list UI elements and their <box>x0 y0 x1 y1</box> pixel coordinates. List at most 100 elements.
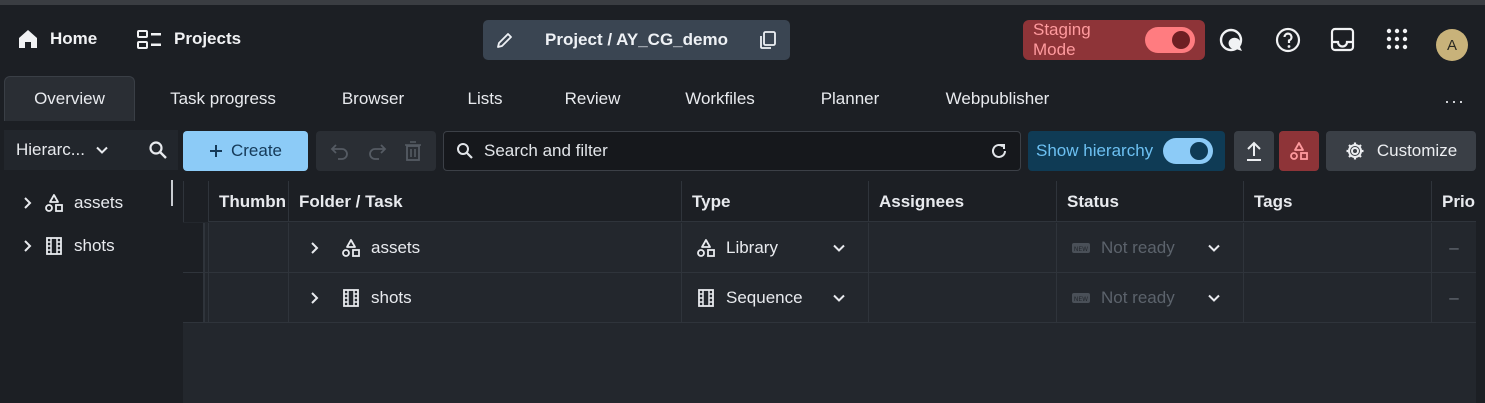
status-cell[interactable]: NEW Not ready <box>1056 223 1243 273</box>
column-header-assignees[interactable]: Assignees <box>868 181 1056 222</box>
copy-icon[interactable] <box>758 30 778 50</box>
tree-item-shots[interactable]: shots <box>22 233 115 259</box>
tab-review[interactable]: Review <box>545 76 640 121</box>
table-header: Thumbn Folder / Task Type Assignees Stat… <box>183 181 1476 222</box>
tab-overview[interactable]: Overview <box>4 76 135 121</box>
create-button[interactable]: Create <box>183 131 308 171</box>
tags-cell[interactable] <box>1243 223 1431 273</box>
projects-nav-button[interactable]: Projects <box>136 24 241 54</box>
status-value: Not ready <box>1101 238 1175 257</box>
project-name: Project / AY_CG_demo <box>545 30 728 49</box>
search-filter-input[interactable]: Search and filter <box>443 131 1021 171</box>
shapes-icon <box>44 193 64 213</box>
create-label: Create <box>230 141 283 160</box>
row-handle[interactable] <box>183 273 205 322</box>
chevron-right-icon[interactable] <box>22 239 34 253</box>
folder-cell[interactable]: assets <box>288 223 681 273</box>
chevron-down-icon[interactable] <box>1207 241 1221 255</box>
undo-icon[interactable] <box>330 142 350 160</box>
sidebar-header: Hierarc... <box>4 130 178 170</box>
home-label: Home <box>50 29 98 48</box>
main-tabs: Overview Task progress Browser Lists Rev… <box>0 73 1485 121</box>
priority-cell[interactable]: – <box>1431 273 1476 323</box>
table-row[interactable]: shots Sequence NEW Not ready – <box>183 273 1476 323</box>
redo-icon[interactable] <box>367 142 387 160</box>
search-placeholder: Search and filter <box>484 141 608 160</box>
content-area: Hierarc... assets shots Create Search an… <box>0 121 1485 403</box>
tab-planner[interactable]: Planner <box>800 76 900 121</box>
assignees-cell[interactable] <box>868 223 1056 273</box>
tags-cell[interactable] <box>1243 273 1431 323</box>
shapes-icon <box>696 238 716 258</box>
column-header-thumbnail[interactable]: Thumbn <box>208 181 288 222</box>
tab-task-progress[interactable]: Task progress <box>150 76 296 121</box>
overview-table: Thumbn Folder / Task Type Assignees Stat… <box>183 181 1476 403</box>
select-column-header <box>183 181 209 222</box>
chevron-down-icon <box>95 143 109 157</box>
type-cell[interactable]: Library <box>681 223 868 273</box>
shapes-icon <box>341 238 361 258</box>
upload-icon <box>1245 140 1263 162</box>
tree-item-label: shots <box>74 236 115 255</box>
chevron-down-icon[interactable] <box>832 291 846 305</box>
new-badge-icon: NEW <box>1071 291 1091 305</box>
tab-browser[interactable]: Browser <box>320 76 426 121</box>
thumbnail-cell <box>208 223 288 273</box>
row-handle[interactable] <box>183 223 205 272</box>
type-cell[interactable]: Sequence <box>681 273 868 323</box>
folder-cell[interactable]: shots <box>288 273 681 323</box>
hierarchy-switch[interactable] <box>1163 138 1214 164</box>
asset-types-button[interactable] <box>1279 131 1319 171</box>
refresh-icon[interactable] <box>990 142 1008 160</box>
assignees-cell[interactable] <box>868 273 1056 323</box>
edit-pencil-icon[interactable] <box>495 30 515 50</box>
show-hierarchy-toggle[interactable]: Show hierarchy <box>1028 131 1225 171</box>
column-header-folder-task[interactable]: Folder / Task <box>288 181 681 222</box>
plus-icon <box>209 144 223 158</box>
tab-webpublisher[interactable]: Webpublisher <box>925 76 1070 121</box>
hierarchy-sidebar: Hierarc... assets shots <box>4 130 178 403</box>
shapes-icon <box>1289 141 1309 161</box>
user-avatar[interactable]: A <box>1436 29 1468 61</box>
more-tabs-icon[interactable]: ··· <box>1444 91 1465 112</box>
chevron-right-icon[interactable] <box>309 291 321 305</box>
home-nav-button[interactable]: Home <box>16 24 97 54</box>
apps-grid-icon[interactable] <box>1385 27 1411 53</box>
project-selector[interactable]: Project / AY_CG_demo <box>483 20 790 60</box>
status-cell[interactable]: NEW Not ready <box>1056 273 1243 323</box>
chevron-down-icon[interactable] <box>832 241 846 255</box>
chevron-right-icon[interactable] <box>22 196 34 210</box>
chat-icon[interactable] <box>1218 27 1244 53</box>
film-icon <box>44 236 64 256</box>
hierarchy-view-select[interactable]: Hierarc... <box>4 130 140 170</box>
staging-switch[interactable] <box>1145 27 1195 53</box>
search-icon[interactable] <box>148 140 168 160</box>
svg-text:NEW: NEW <box>1074 246 1088 253</box>
sidebar-scrollbar[interactable] <box>171 180 173 206</box>
customize-button[interactable]: Customize <box>1326 131 1476 171</box>
tab-lists[interactable]: Lists <box>450 76 520 121</box>
table-row[interactable]: assets Library NEW Not ready – <box>183 223 1476 273</box>
chevron-right-icon[interactable] <box>309 241 321 255</box>
column-header-status[interactable]: Status <box>1056 181 1243 222</box>
thumbnail-cell <box>208 273 288 323</box>
column-header-type[interactable]: Type <box>681 181 868 222</box>
column-header-tags[interactable]: Tags <box>1243 181 1431 222</box>
column-header-priority[interactable]: Prio <box>1431 181 1476 222</box>
staging-mode-toggle[interactable]: Staging Mode <box>1023 20 1205 60</box>
tab-workfiles[interactable]: Workfiles <box>665 76 775 121</box>
priority-cell[interactable]: – <box>1431 223 1476 273</box>
hierarchy-select-value: Hierarc... <box>16 140 85 159</box>
customize-label: Customize <box>1376 141 1458 160</box>
trash-icon[interactable] <box>404 141 422 161</box>
help-icon[interactable] <box>1275 27 1301 53</box>
film-icon <box>696 288 716 308</box>
new-badge-icon: NEW <box>1071 241 1091 255</box>
upload-button[interactable] <box>1234 131 1274 171</box>
chevron-down-icon[interactable] <box>1207 291 1221 305</box>
tree-item-assets[interactable]: assets <box>22 190 123 216</box>
type-value: Library <box>726 238 778 257</box>
inbox-icon[interactable] <box>1330 27 1356 53</box>
home-icon <box>16 27 40 51</box>
staging-mode-label: Staging Mode <box>1033 20 1091 59</box>
